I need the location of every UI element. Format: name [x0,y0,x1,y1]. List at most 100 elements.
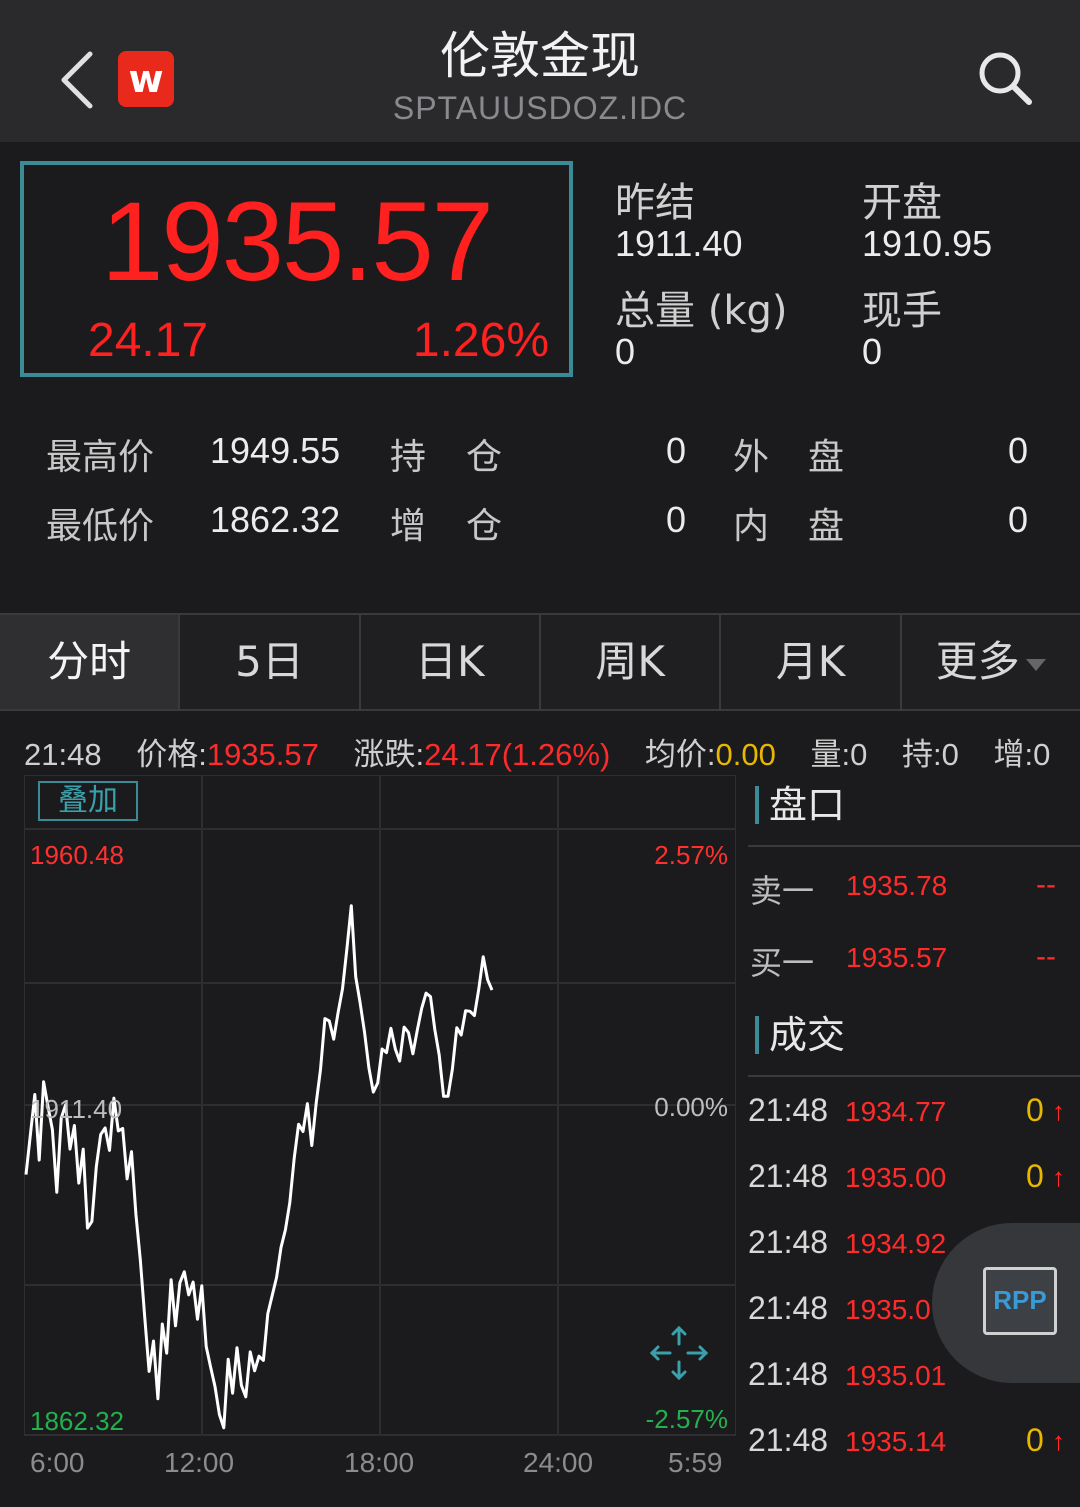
oi-label-1: 持 [390,437,427,478]
trade-time: 21:48 [748,1422,829,1458]
ask-label: 卖一 [750,872,815,910]
volume-value: 0 [615,331,636,372]
top-bar: w 伦敦金现 SPTAUUSDOZ.IDC [0,0,1080,142]
y-mid-label: 1911.40 [30,1094,123,1124]
rpp-badge[interactable]: RPP [983,1267,1057,1335]
trade-time: 21:48 [748,1092,829,1128]
period-tabs: 分时 5日 日K 周K 月K 更多 [0,613,1080,711]
trade-time: 21:48 [748,1356,829,1392]
tab-label: 月K [775,637,846,686]
oi-add-label-2: 仓 [466,506,503,547]
tab-label: 更多 [935,637,1020,686]
pct-bottom-label: -2.57% [645,1404,728,1434]
tab-more[interactable]: 更多 [902,615,1080,709]
tab-5day[interactable]: 5日 [180,615,361,709]
trade-time: 21:48 [748,1290,829,1326]
ask-volume: -- [1036,868,1056,901]
trade-direction-icon: ↑ [1052,1096,1065,1126]
outer-label-1: 外 [733,437,770,478]
tab-weekly-k[interactable]: 周K [541,615,722,709]
current-hand-label: 现手 [862,288,942,334]
divider [748,845,1080,847]
high-label: 最高价 [46,437,155,478]
trade-price: 1934.92 [845,1228,947,1259]
volume-label: 总量 (kg) [615,288,788,334]
x-tick-label: 18:00 [344,1447,415,1478]
last-price: 1935.57 [101,179,494,304]
outer-value: 0 [1008,430,1029,471]
price-change: 24.17 [88,314,209,367]
trade-price: 1935.0 [845,1294,931,1325]
info-change-value: 24.17(1.26%) [424,737,611,772]
inner-label-1: 内 [733,506,770,547]
oi-value: 0 [666,430,687,471]
page-title: 伦敦金现 [440,27,640,85]
trades-title: 成交 [755,1016,845,1054]
current-hand-value: 0 [862,331,883,372]
x-tick-label: 6:00 [30,1447,85,1478]
instrument-code: SPTAUUSDOZ.IDC [392,90,688,126]
oi-add-label-1: 增 [390,506,427,547]
open-label: 开盘 [862,180,942,226]
x-tick-label: 24:00 [523,1447,594,1478]
trade-price: 1935.01 [845,1360,947,1391]
prev-settle-label: 昨结 [615,180,695,226]
low-label: 最低价 [46,506,155,547]
trade-price: 1935.00 [845,1162,947,1193]
tab-daily-k[interactable]: 日K [361,615,541,709]
trade-time: 21:48 [748,1158,829,1194]
info-avg-value: 0.00 [715,737,776,772]
info-volume: 量:0 [810,737,868,772]
divider [748,1075,1080,1077]
x-tick-label: 5:59 [668,1447,723,1478]
bid-volume: -- [1036,940,1056,973]
crosshair-info-bar: 21:48 价格:1935.57 涨跌:24.17(1.26%) 均价:0.00… [24,729,1050,774]
tab-monthly-k[interactable]: 月K [721,615,902,709]
inner-label-2: 盘 [808,506,845,547]
open-value: 1910.95 [862,223,993,264]
fullscreen-icon[interactable] [648,1322,710,1384]
trade-direction-icon: ↑ [1052,1162,1065,1192]
tab-label: 日K [415,637,485,686]
price-change-percent: 1.26% [412,314,549,367]
trade-volume: 0 [1026,1422,1044,1458]
tab-label: 周K [595,637,665,686]
tab-intraday[interactable]: 分时 [0,615,181,709]
price-line [24,904,494,1430]
pct-top-label: 2.57% [654,840,728,870]
ask-price: 1935.78 [846,870,948,901]
orderbook-title: 盘口 [755,786,845,824]
price-box: 1935.57 24.17 1.26% [20,161,573,377]
trade-volume: 0 [1026,1092,1044,1128]
info-price-value: 1935.57 [206,737,319,772]
y-top-label: 1960.48 [30,840,124,870]
oi-label-2: 仓 [466,437,503,478]
search-icon[interactable] [975,48,1035,108]
y-bottom-label: 1862.32 [30,1406,124,1436]
tab-label: 分时 [47,637,132,686]
low-value: 1862.32 [210,499,341,540]
chart-grid [24,775,736,1436]
high-value: 1949.55 [210,430,341,471]
trade-direction-icon: ↑ [1052,1426,1065,1456]
trade-time: 21:48 [748,1224,829,1260]
trade-volume: 0 [1026,1158,1044,1194]
info-hold: 持:0 [901,737,959,772]
oi-add-value: 0 [666,499,687,540]
bid-label: 买一 [750,944,815,982]
overlay-button[interactable]: 叠加 [38,781,138,821]
outer-label-2: 盘 [808,437,845,478]
bid-price: 1935.57 [846,942,948,973]
pct-mid-label: 0.00% [654,1092,728,1122]
info-add: 增:0 [993,737,1051,772]
x-tick-label: 12:00 [164,1447,235,1478]
info-price-label: 价格: [136,737,207,772]
trade-price: 1934.77 [845,1096,947,1127]
intraday-chart[interactable] [24,775,736,1507]
tab-label: 5日 [235,637,304,686]
prev-settle-value: 1911.40 [615,223,743,264]
info-avg-label: 均价: [644,737,716,772]
inner-value: 0 [1008,499,1029,540]
info-change-label: 涨跌: [353,737,425,772]
caret-down-icon [1025,658,1046,671]
